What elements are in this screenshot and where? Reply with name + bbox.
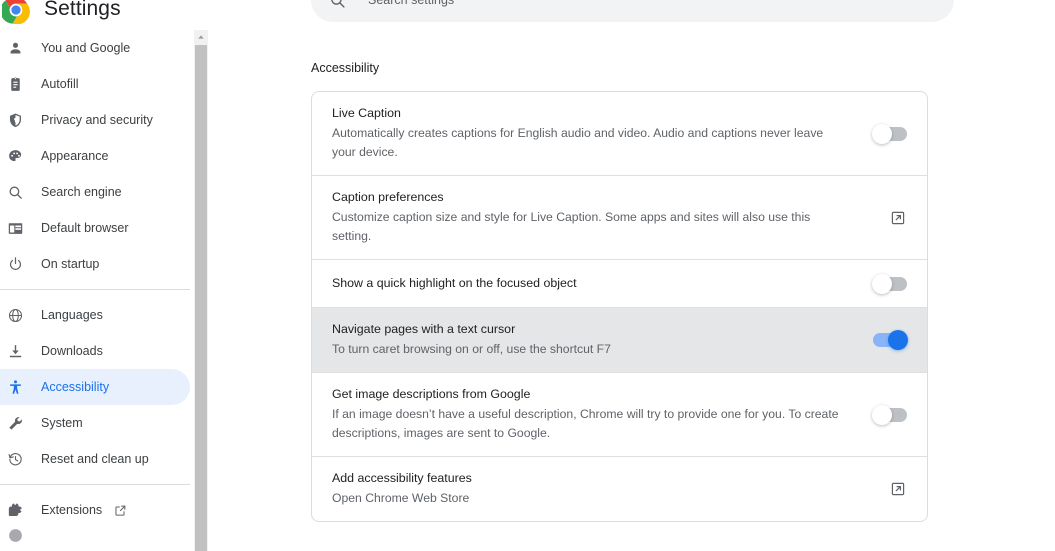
toggle-knob [872,123,892,144]
sidebar-item-you-and-google[interactable]: You and Google [0,30,190,66]
sidebar-item-system[interactable]: System [0,405,190,441]
row-text: Caption preferences Customize caption si… [332,189,889,246]
open-in-new-icon[interactable] [889,480,907,498]
search-input[interactable] [368,0,888,7]
page-title: Settings [44,0,121,20]
row-text: Live Caption Automatically creates capti… [332,105,873,162]
open-in-new-icon[interactable] [889,209,907,227]
sidebar-item-partial[interactable] [0,528,190,542]
row-title: Get image descriptions from Google [332,387,531,401]
row-image-descriptions[interactable]: Get image descriptions from Google If an… [312,372,927,456]
row-subtitle: If an image doesn’t have a useful descri… [332,407,839,440]
sidebar-item-default-browser[interactable]: Default browser [0,210,190,246]
palette-icon [5,146,25,166]
power-icon [5,254,25,274]
row-caret-browsing[interactable]: Navigate pages with a text cursor To tur… [312,307,927,372]
browser-window-icon [5,218,25,238]
row-subtitle: Open Chrome Web Store [332,491,470,505]
download-icon [5,341,25,361]
sidebar-item-label: On startup [41,257,100,271]
sidebar-item-label: Extensions [41,503,103,517]
sidebar-item-label: System [41,416,83,430]
open-in-new-icon[interactable] [114,503,128,517]
sidebar-scrollbar[interactable] [194,30,208,551]
sidebar-item-appearance[interactable]: Appearance [0,138,190,174]
sidebar-item-label: You and Google [41,41,131,55]
sidebar-item-accessibility[interactable]: Accessibility [0,369,190,405]
row-text: Navigate pages with a text cursor To tur… [332,321,873,359]
sidebar-item-label: Autofill [41,77,79,91]
row-text: Add accessibility features Open Chrome W… [332,470,889,508]
sidebar-item-label: Default browser [41,221,129,235]
sidebar-item-autofill[interactable]: Autofill [0,66,190,102]
live-caption-toggle[interactable] [872,123,907,144]
settings-sidebar[interactable]: You and Google Autofill Privacy and secu… [0,30,192,551]
row-add-accessibility-features[interactable]: Add accessibility features Open Chrome W… [312,456,927,521]
row-text: Show a quick highlight on the focused ob… [332,275,873,292]
sidebar-item-label: Appearance [41,149,109,163]
row-title: Live Caption [332,106,401,120]
row-subtitle: Automatically creates captions for Engli… [332,126,824,159]
scroll-up-arrow-icon[interactable] [194,30,208,44]
row-control [889,209,907,227]
sidebar-item-on-startup[interactable]: On startup [0,246,190,282]
sidebar-item-reset-and-clean-up[interactable]: Reset and clean up [0,441,190,477]
settings-main-content: Accessibility Live Caption Automatically… [209,30,1055,551]
row-title: Navigate pages with a text cursor [332,322,516,336]
settings-header: Settings [0,0,300,30]
row-control [872,273,907,294]
row-live-caption[interactable]: Live Caption Automatically creates capti… [312,92,927,175]
sidebar-item-label: Privacy and security [41,113,153,127]
chrome-logo-icon [0,0,30,25]
row-control [872,404,907,425]
wrench-icon [5,413,25,433]
row-title: Add accessibility features [332,471,472,485]
caret-browsing-toggle[interactable] [873,330,908,350]
row-title: Caption preferences [332,190,444,204]
sidebar-divider-2 [0,484,190,485]
sidebar-item-search-engine[interactable]: Search engine [0,174,190,210]
row-control [873,330,908,350]
row-caption-preferences[interactable]: Caption preferences Customize caption si… [312,175,927,259]
puzzle-piece-icon [5,500,25,520]
sidebar-item-label: Search engine [41,185,122,199]
history-restore-icon [5,449,25,469]
search-icon [329,0,346,9]
sidebar-group-1: You and Google Autofill Privacy and secu… [0,30,192,282]
sidebar-item-privacy-and-security[interactable]: Privacy and security [0,102,190,138]
sidebar-group-2: Languages Downloads Accessibility System… [0,297,192,477]
sidebar-divider-1 [0,289,190,290]
toggle-knob [888,330,908,350]
person-icon [5,38,25,58]
row-title: Show a quick highlight on the focused ob… [332,276,577,290]
magnifier-icon [5,182,25,202]
row-text: Get image descriptions from Google If an… [332,386,873,443]
sidebar-item-label: Accessibility [41,380,110,394]
image-descriptions-toggle[interactable] [872,404,907,425]
sidebar-group-3: Extensions [0,492,192,542]
about-icon [5,528,25,542]
sidebar-item-languages[interactable]: Languages [0,297,190,333]
sidebar-item-label: Languages [41,308,103,322]
row-control [889,480,907,498]
row-subtitle: Customize caption size and style for Liv… [332,210,811,243]
toggle-knob [872,404,892,425]
scrollbar-thumb[interactable] [195,45,207,551]
accessibility-person-icon [5,377,25,397]
shield-icon [5,110,25,130]
row-focus-highlight[interactable]: Show a quick highlight on the focused ob… [312,259,927,307]
focus-highlight-toggle[interactable] [872,273,907,294]
sidebar-item-label: Downloads [41,344,103,358]
search-settings-bar[interactable] [311,0,954,22]
clipboard-icon [5,74,25,94]
sidebar-item-extensions[interactable]: Extensions [0,492,190,528]
toggle-knob [872,273,892,294]
globe-icon [5,305,25,325]
row-subtitle: To turn caret browsing on or off, use th… [332,342,611,356]
sidebar-item-downloads[interactable]: Downloads [0,333,190,369]
sidebar-item-label: Reset and clean up [41,452,149,466]
accessibility-settings-card: Live Caption Automatically creates capti… [311,91,928,522]
row-control [872,123,907,144]
section-title-accessibility: Accessibility [311,61,380,75]
